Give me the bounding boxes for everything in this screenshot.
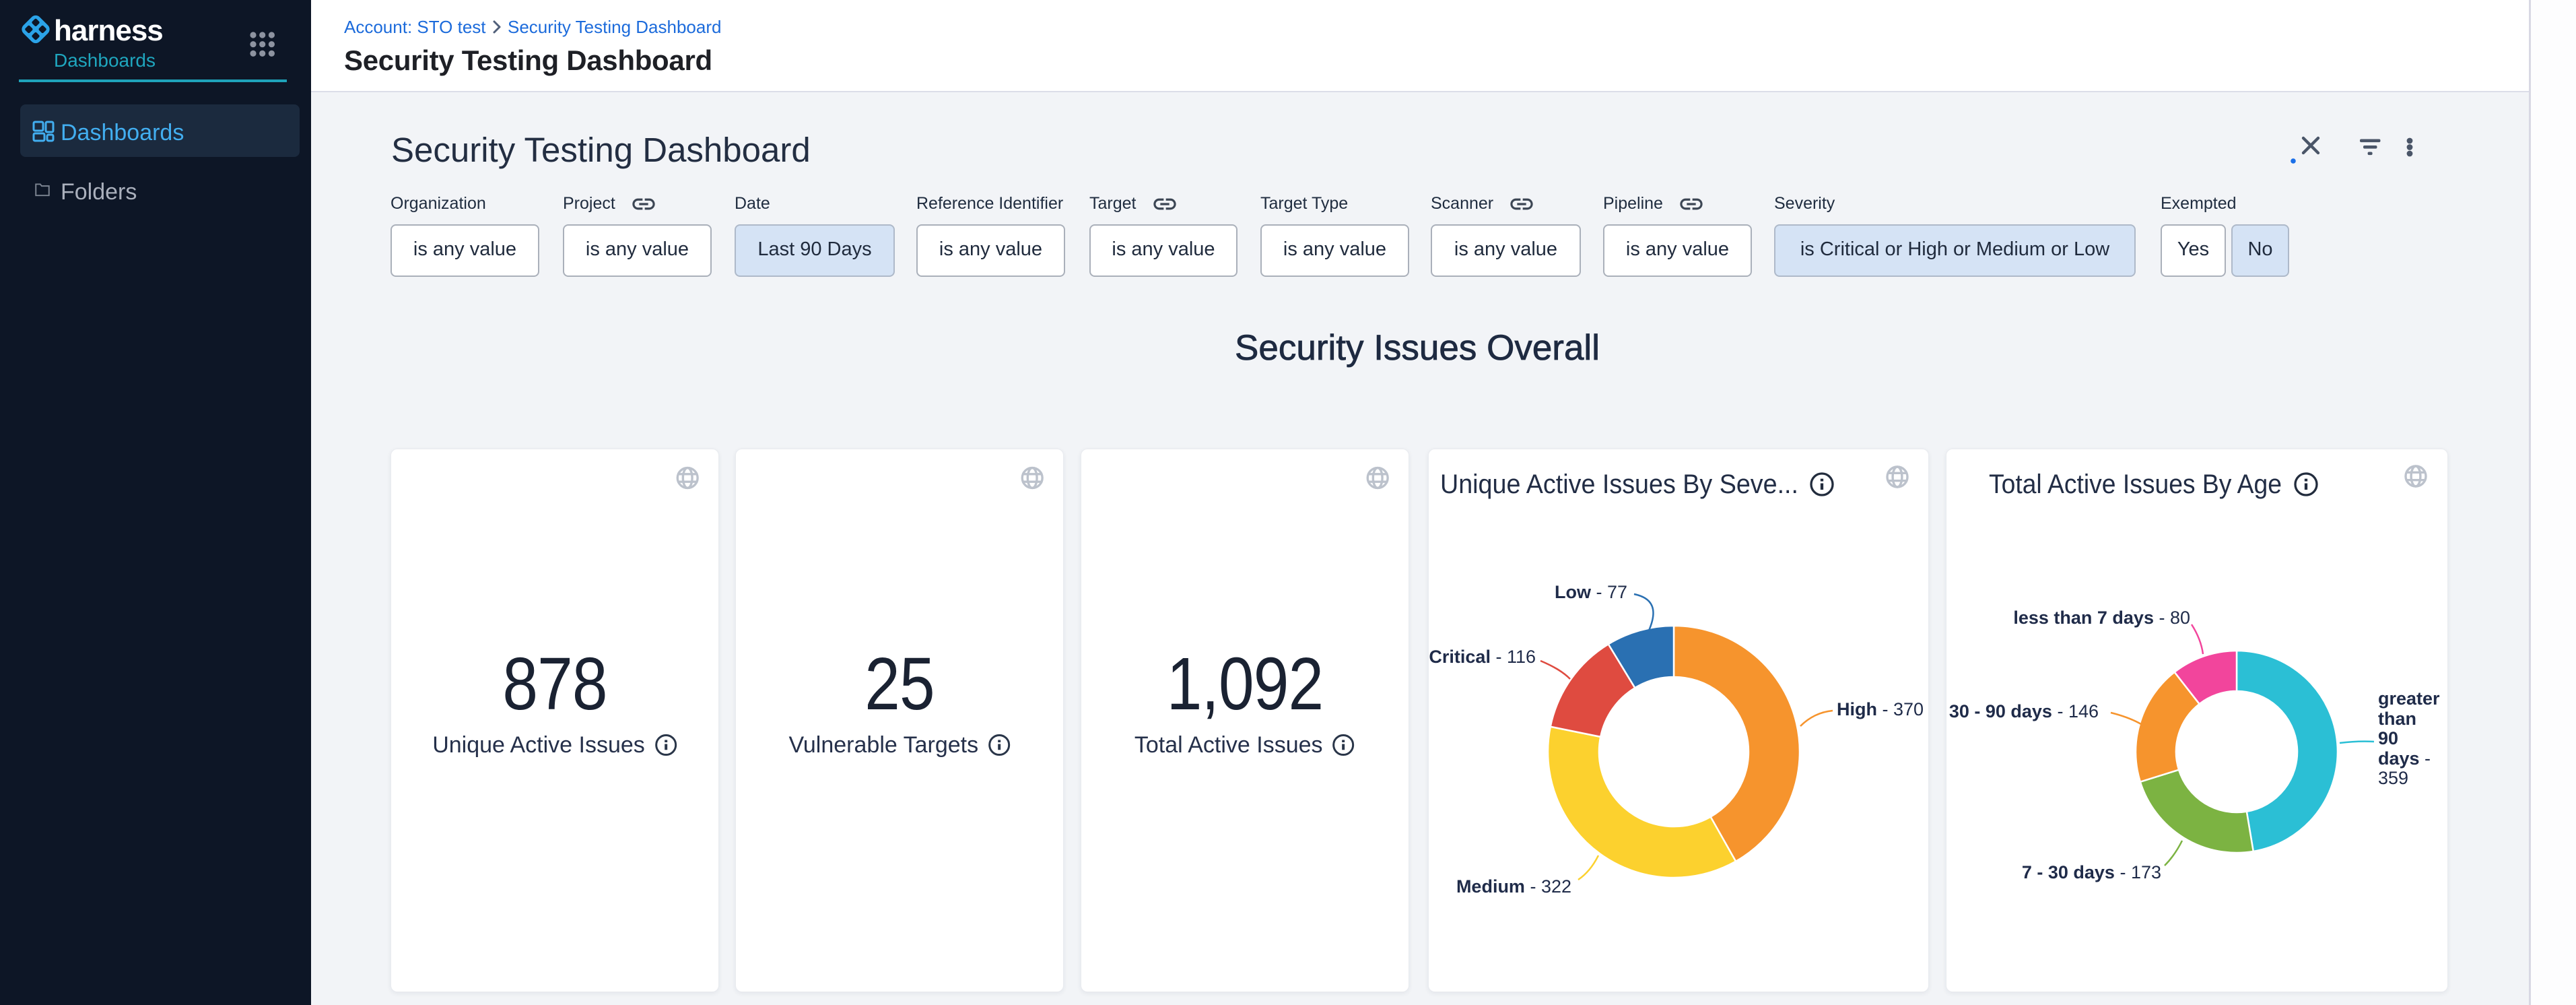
svg-text:Medium - 322: Medium - 322 <box>1456 876 1571 897</box>
svg-text:less than 7 days - 80: less than 7 days - 80 <box>2013 608 2190 628</box>
svg-text:days -: days - <box>2378 748 2431 769</box>
svg-text:30 - 90 days - 146: 30 - 90 days - 146 <box>1949 701 2099 721</box>
svg-text:greater: greater <box>2378 688 2440 709</box>
svg-text:7 - 30 days - 173: 7 - 30 days - 173 <box>2022 862 2161 882</box>
svg-text:than: than <box>2378 709 2416 729</box>
svg-text:90: 90 <box>2378 728 2398 748</box>
svg-text:Low - 77: Low - 77 <box>1555 582 1627 602</box>
svg-text:Critical - 116: Critical - 116 <box>1429 647 1536 667</box>
svg-text:Unique Active Issues By Seve..: Unique Active Issues By Seve... <box>1440 469 1798 499</box>
svg-text:High - 370: High - 370 <box>1837 699 1924 719</box>
svg-text:Total Active Issues By Age: Total Active Issues By Age <box>1989 469 2282 499</box>
svg-text:359: 359 <box>2378 768 2408 788</box>
